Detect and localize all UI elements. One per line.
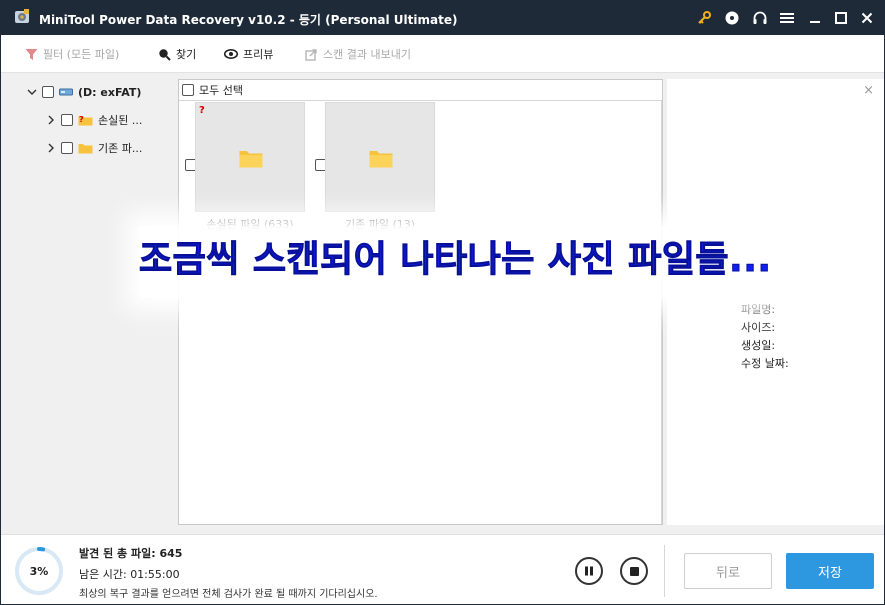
remaining-time-label: 남은 시간: bbox=[79, 568, 127, 581]
preview-button[interactable]: 프리뷰 bbox=[224, 46, 273, 62]
folder-icon bbox=[239, 151, 263, 168]
save-button[interactable]: 저장 bbox=[786, 553, 874, 589]
window-title: MiniTool Power Data Recovery v10.2 - 등기 … bbox=[39, 13, 458, 27]
found-files-count: 645 bbox=[159, 547, 183, 560]
found-files-label: 발견 된 총 파일: bbox=[79, 547, 156, 560]
folder-icon bbox=[78, 144, 93, 154]
disc-icon[interactable] bbox=[723, 9, 741, 27]
find-label: 찾기 bbox=[176, 48, 197, 61]
file-name-label: 파일명: bbox=[741, 303, 776, 316]
divider bbox=[661, 101, 662, 524]
scan-hint: 최상의 복구 결과를 얻으려면 전체 검사가 완료 될 때까지 기다리십시오. bbox=[79, 589, 378, 600]
key-icon[interactable] bbox=[695, 9, 713, 27]
stop-button[interactable] bbox=[620, 557, 648, 585]
pause-icon bbox=[585, 566, 593, 576]
select-all-checkbox[interactable] bbox=[182, 84, 194, 96]
preview-pane: × 파일명: 사이즈: 생성일: 수정 날짜: bbox=[667, 79, 884, 525]
tree-item-checkbox[interactable] bbox=[61, 142, 73, 154]
filter-label: 필터 (모든 파일) bbox=[43, 48, 120, 61]
lost-files-tile[interactable]: ? bbox=[195, 102, 305, 212]
divider bbox=[664, 545, 665, 597]
close-preview-icon[interactable]: × bbox=[863, 83, 874, 98]
menu-icon[interactable] bbox=[778, 9, 796, 27]
app-logo-icon bbox=[15, 9, 29, 23]
filter-icon bbox=[25, 48, 38, 60]
tree-item-label: 손실된 ... bbox=[98, 114, 143, 127]
minimize-icon[interactable] bbox=[806, 9, 824, 27]
chevron-down-icon[interactable] bbox=[27, 87, 37, 97]
pause-button[interactable] bbox=[575, 557, 603, 585]
app-window: MiniTool Power Data Recovery v10.2 - 등기 … bbox=[0, 0, 885, 605]
found-files-line: 발견 된 총 파일: 645 bbox=[79, 545, 182, 561]
eye-icon bbox=[224, 49, 238, 59]
export-icon bbox=[305, 48, 317, 61]
status-bar: 3% 발견 된 총 파일: 645 남은 시간: 01:55:00 최상의 복구… bbox=[1, 534, 884, 604]
export-scan-button[interactable]: 스캔 결과 내보내기 bbox=[305, 46, 411, 62]
search-icon bbox=[159, 48, 171, 61]
tree-item-label: 기존 파... bbox=[98, 142, 143, 155]
size-label: 사이즈: bbox=[741, 321, 776, 334]
drive-icon bbox=[59, 88, 73, 96]
preview-label: 프리뷰 bbox=[243, 48, 274, 61]
title-bar: MiniTool Power Data Recovery v10.2 - 등기 … bbox=[1, 1, 884, 35]
maximize-icon[interactable] bbox=[832, 9, 850, 27]
caption-text: 조금씩 스캔되어 나타나는 사진 파일들... bbox=[139, 239, 772, 281]
chevron-right-icon[interactable] bbox=[46, 143, 56, 153]
chevron-right-icon[interactable] bbox=[46, 115, 56, 125]
headset-icon[interactable] bbox=[751, 9, 769, 27]
tree-root[interactable]: (D: exFAT) bbox=[27, 84, 141, 100]
tree-item-existing-files[interactable]: 기존 파... bbox=[46, 140, 142, 156]
tree-root-label: (D: exFAT) bbox=[78, 85, 142, 99]
caption-overlay: 조금씩 스캔되어 나타나는 사진 파일들... bbox=[139, 226, 772, 298]
created-date-label: 생성일: bbox=[741, 339, 776, 352]
folder-icon bbox=[369, 151, 393, 168]
find-button[interactable]: 찾기 bbox=[158, 46, 196, 62]
remaining-time-value: 01:55:00 bbox=[130, 568, 180, 581]
modified-date-label: 수정 날짜: bbox=[741, 357, 789, 370]
tree-root-checkbox[interactable] bbox=[42, 86, 54, 98]
folder-tree: (D: exFAT) ? 손실된 ... 기존 파... bbox=[11, 79, 174, 525]
tree-item-lost-files[interactable]: ? 손실된 ... bbox=[46, 112, 142, 128]
existing-files-tile[interactable] bbox=[325, 102, 435, 212]
remaining-time-line: 남은 시간: 01:55:00 bbox=[79, 566, 180, 582]
lost-folder-icon: ? bbox=[78, 115, 93, 126]
lost-badge: ? bbox=[199, 105, 205, 116]
toolbar: 필터 (모든 파일) 찾기 프리뷰 스캔 결과 내보내기 bbox=[1, 35, 884, 73]
filter-button[interactable]: 필터 (모든 파일) bbox=[25, 46, 119, 62]
svg-text:?: ? bbox=[79, 115, 84, 124]
stop-icon bbox=[629, 566, 639, 576]
back-button[interactable]: 뒤로 bbox=[684, 553, 772, 589]
tree-item-checkbox[interactable] bbox=[61, 114, 73, 126]
file-grid-pane: 모두 선택 ? 손실된 파일 (633) 기존 파일 (13) bbox=[178, 79, 663, 525]
select-all-row[interactable]: 모두 선택 bbox=[179, 80, 662, 101]
progress-percent: 3% bbox=[29, 565, 49, 578]
export-label: 스캔 결과 내보내기 bbox=[323, 48, 411, 61]
close-icon[interactable] bbox=[858, 9, 876, 27]
select-all-label: 모두 선택 bbox=[199, 84, 243, 97]
